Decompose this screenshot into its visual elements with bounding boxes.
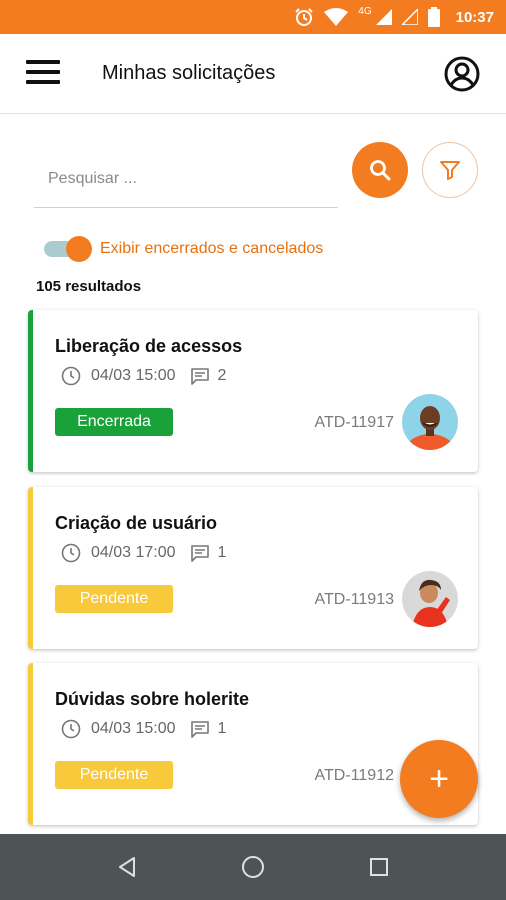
request-datetime: 04/03 15:00 [91, 367, 176, 384]
status-badge: Pendente [55, 761, 173, 789]
ticket-id: ATD-11913 [314, 591, 394, 608]
request-datetime: 04/03 17:00 [91, 544, 176, 561]
request-card[interactable]: Liberação de acessos 04/03 15:00 2 Encer… [28, 310, 478, 472]
toggle-thumb[interactable] [66, 236, 92, 262]
comment-icon [190, 721, 209, 738]
system-nav-bar [0, 834, 506, 900]
request-card[interactable]: Criação de usuário 04/03 17:00 1 Pendent… [28, 487, 478, 649]
status-badge: Encerrada [55, 408, 173, 436]
ticket-id: ATD-11912 [314, 767, 394, 784]
clock-icon [61, 543, 81, 563]
signal-icon [375, 9, 392, 25]
show-closed-toggle-row[interactable]: Exibir encerrados e cancelados [44, 236, 323, 262]
status-badge: Pendente [55, 585, 173, 613]
avatar [402, 394, 458, 450]
request-title: Criação de usuário [55, 513, 218, 533]
battery-icon [427, 7, 440, 27]
clock: 10:37 [455, 8, 494, 26]
status-bar: 4G 10:37 [0, 0, 506, 34]
status-icons: 4G 10:37 [294, 0, 494, 34]
request-title: Dúvidas sobre holerite [55, 689, 250, 709]
comment-count: 1 [217, 544, 227, 561]
wifi-icon [324, 8, 349, 26]
plus-icon: + [429, 759, 449, 798]
search-button[interactable] [352, 142, 408, 198]
alarm-icon [295, 8, 313, 26]
menu-icon[interactable] [26, 60, 60, 88]
clock-icon [61, 719, 81, 739]
request-datetime: 04/03 15:00 [91, 720, 176, 737]
home-icon[interactable] [238, 852, 268, 882]
clock-icon [61, 366, 81, 386]
ticket-id: ATD-11917 [314, 414, 394, 431]
filter-button[interactable] [422, 142, 478, 198]
filter-icon [440, 161, 460, 180]
account-circle-icon[interactable] [444, 56, 480, 92]
toggle-label[interactable]: Exibir encerrados e cancelados [100, 240, 323, 258]
search-icon [370, 160, 391, 181]
page-title: Minhas solicitações [102, 62, 276, 84]
avatar [402, 571, 458, 627]
comment-count: 1 [217, 720, 227, 737]
request-title: Liberação de acessos [55, 336, 243, 356]
app-bar: Minhas solicitações [0, 34, 506, 114]
comment-icon [190, 368, 209, 385]
comment-icon [190, 545, 209, 562]
results-count: 105 resultados [36, 278, 142, 295]
signal-empty-icon [401, 9, 418, 25]
request-meta: 04/03 15:00 2 [61, 366, 226, 386]
recents-icon[interactable] [364, 852, 394, 882]
network-type: 4G [358, 5, 372, 17]
add-request-button[interactable]: + [400, 740, 478, 818]
show-closed-toggle[interactable] [44, 236, 92, 262]
request-meta: 04/03 17:00 1 [61, 543, 226, 563]
back-icon[interactable] [112, 852, 142, 882]
request-meta: 04/03 15:00 1 [61, 719, 226, 739]
comment-count: 2 [217, 367, 227, 384]
search-input[interactable] [34, 150, 338, 208]
